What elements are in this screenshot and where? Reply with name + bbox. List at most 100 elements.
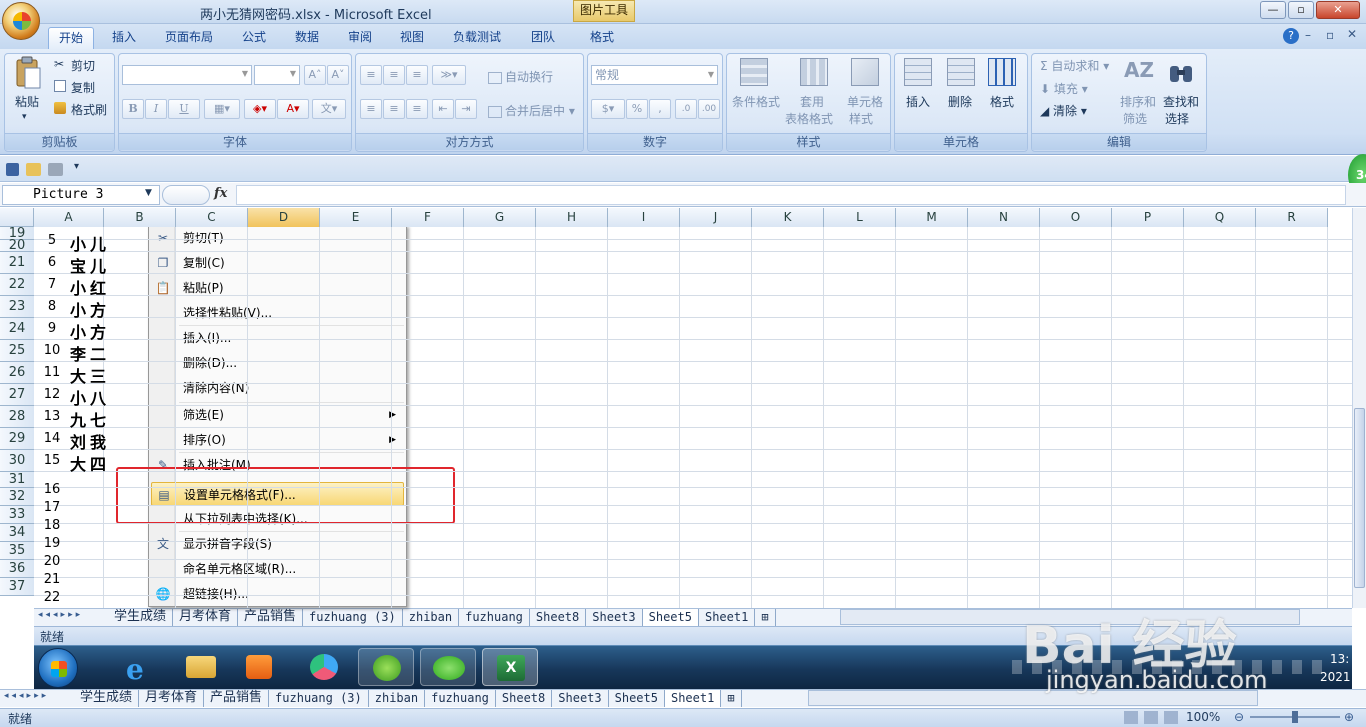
column-header-I[interactable]: I — [608, 208, 680, 227]
cell-a-number[interactable]: 15 — [36, 453, 68, 468]
row-header[interactable]: 36 — [0, 560, 34, 578]
menu-item-6[interactable]: 清除内容(N) — [151, 376, 404, 400]
column-header-C[interactable]: C — [176, 208, 248, 227]
sheet-nav-arrows-outer[interactable]: ◂◂◂▸▸▸ — [4, 691, 49, 701]
font-color-button[interactable]: A▾ — [277, 99, 309, 119]
row-header[interactable]: 29 — [0, 428, 34, 450]
inner-sheet-tab[interactable]: 产品销售 — [238, 609, 304, 626]
cell-b-name[interactable]: 大三 — [70, 363, 110, 387]
cell-a-number[interactable]: 12 — [36, 387, 68, 402]
shrink-font-button[interactable]: A˅ — [327, 65, 349, 85]
cell-a-number[interactable]: 6 — [36, 255, 68, 270]
format-painter-button[interactable]: 格式刷 — [71, 101, 107, 118]
column-header-K[interactable]: K — [752, 208, 824, 227]
cell-a-number[interactable]: 7 — [36, 277, 68, 292]
column-header-O[interactable]: O — [1040, 208, 1112, 227]
baidu-netdisk-icon[interactable] — [296, 648, 352, 686]
print-icon[interactable] — [48, 163, 63, 176]
tab-format[interactable]: 格式 — [590, 27, 614, 49]
insert-cells-button[interactable]: 插入 — [906, 93, 930, 110]
inner-sheet-tab[interactable]: Sheet5 — [642, 609, 699, 626]
office-button[interactable] — [2, 2, 40, 40]
tab-team[interactable]: 团队 — [531, 27, 555, 49]
cell-a-number[interactable]: 20 — [36, 554, 68, 569]
menu-item-0[interactable]: ✂ 剪切(T) — [151, 226, 404, 250]
cell-a-number[interactable]: 22 — [36, 590, 68, 605]
cell-b-name[interactable]: 小方 — [70, 297, 110, 321]
menu-item-7[interactable]: 筛选(E) ▶ — [151, 403, 404, 427]
ribbon-close-icon[interactable]: ✕ — [1347, 27, 1357, 41]
cell-a-number[interactable]: 21 — [36, 572, 68, 587]
number-format-select[interactable]: 常规 ▼ — [591, 65, 718, 85]
open-folder-icon[interactable] — [26, 163, 41, 176]
autosum-button[interactable]: Σ 自动求和 ▾ — [1040, 57, 1109, 74]
cell-a-number[interactable]: 18 — [36, 518, 68, 533]
cell-a-number[interactable]: 10 — [36, 343, 68, 358]
cell-b-name[interactable]: 宝儿 — [70, 253, 110, 277]
align-top-button[interactable]: ≡ — [360, 65, 382, 85]
select-all-corner[interactable] — [0, 208, 34, 227]
zoom-in-icon[interactable]: ⊕ — [1344, 710, 1354, 724]
inner-sheet-tab[interactable]: fuzhuang (3) — [303, 609, 403, 626]
copy-button[interactable]: 复制 — [71, 79, 95, 96]
outer-sheet-tab[interactable]: zhiban — [369, 690, 426, 707]
cell-a-number[interactable]: 17 — [36, 500, 68, 515]
formula-splitter[interactable] — [162, 185, 210, 205]
menu-item-1[interactable]: ❐ 复制(C) — [151, 251, 404, 275]
currency-button[interactable]: $▾ — [591, 99, 625, 119]
cell-b-name[interactable]: 李二 — [70, 341, 110, 365]
column-header-N[interactable]: N — [968, 208, 1040, 227]
decrease-decimal-button[interactable]: .00 — [698, 99, 720, 119]
cell-a-number[interactable]: 11 — [36, 365, 68, 380]
cell-a-number[interactable]: 5 — [36, 233, 68, 248]
row-header[interactable]: 33 — [0, 506, 34, 524]
row-header[interactable]: 35 — [0, 542, 34, 560]
inner-sheet-tab[interactable]: Sheet3 — [586, 609, 643, 626]
font-size-select[interactable]: ▼ — [254, 65, 300, 85]
cell-styles-button[interactable]: 单元格 — [847, 93, 883, 110]
menu-item-12[interactable]: 文显示拼音字段(S) — [151, 532, 404, 556]
excel-taskbar-icon[interactable]: X — [482, 648, 538, 686]
cell-b-name[interactable]: 小儿 — [70, 231, 110, 255]
row-header[interactable]: 27 — [0, 384, 34, 406]
tab-insert[interactable]: 插入 — [112, 27, 136, 49]
increase-decimal-button[interactable]: .0 — [675, 99, 697, 119]
row-header[interactable]: 28 — [0, 406, 34, 428]
ribbon-minimize-icon[interactable]: – — [1305, 28, 1311, 42]
format-menu-button[interactable]: 格式 — [990, 93, 1014, 110]
fx-icon[interactable]: fx — [214, 186, 227, 201]
column-header-R[interactable]: R — [1256, 208, 1328, 227]
menu-item-14[interactable]: 🌐 超链接(H)... — [151, 582, 404, 606]
clear-button[interactable]: ◢ 清除 ▾ — [1040, 102, 1087, 119]
inner-sheet-tab[interactable]: zhiban — [403, 609, 460, 626]
restore-button[interactable]: ▫ — [1288, 1, 1314, 19]
find-select-button[interactable]: 查找和 — [1163, 93, 1199, 110]
inner-sheet-tab[interactable]: Sheet8 — [530, 609, 587, 626]
row-header[interactable]: 20 — [0, 239, 34, 252]
tab-page-layout[interactable]: 页面布局 — [165, 27, 213, 49]
zoom-slider-thumb[interactable] — [1292, 711, 1298, 723]
minimize-button[interactable]: — — [1260, 1, 1286, 19]
outer-sheet-tab[interactable]: fuzhuang (3) — [269, 690, 369, 707]
cell-a-number[interactable]: 14 — [36, 431, 68, 446]
media-player-icon[interactable] — [232, 648, 288, 686]
row-header[interactable]: 21 — [0, 252, 34, 274]
formula-input[interactable] — [236, 185, 1346, 205]
column-header-A[interactable]: A — [34, 208, 104, 227]
menu-item-2[interactable]: 📋 粘贴(P) — [151, 276, 404, 300]
format-as-table-button[interactable]: 套用 — [800, 93, 824, 110]
merge-center-button[interactable]: 合并后居中 ▾ — [488, 102, 575, 119]
column-header-F[interactable]: F — [392, 208, 464, 227]
row-header[interactable]: 34 — [0, 524, 34, 542]
fill-color-button[interactable]: ◈▾ — [244, 99, 276, 119]
row-header[interactable]: 23 — [0, 296, 34, 318]
zoom-level[interactable]: 100% — [1186, 710, 1220, 724]
tab-review[interactable]: 审阅 — [348, 27, 372, 49]
outer-sheet-tab[interactable]: Sheet8 — [496, 690, 553, 707]
paste-dropdown-icon[interactable]: ▾ — [22, 112, 27, 122]
cell-a-number[interactable]: 16 — [36, 482, 68, 497]
zoom-out-icon[interactable]: ⊖ — [1234, 710, 1244, 724]
cell-a-number[interactable]: 8 — [36, 299, 68, 314]
name-box[interactable]: Picture 3 — [2, 185, 160, 205]
sheet-nav-arrows-inner[interactable]: ◂◂◂▸▸▸ — [38, 610, 83, 620]
